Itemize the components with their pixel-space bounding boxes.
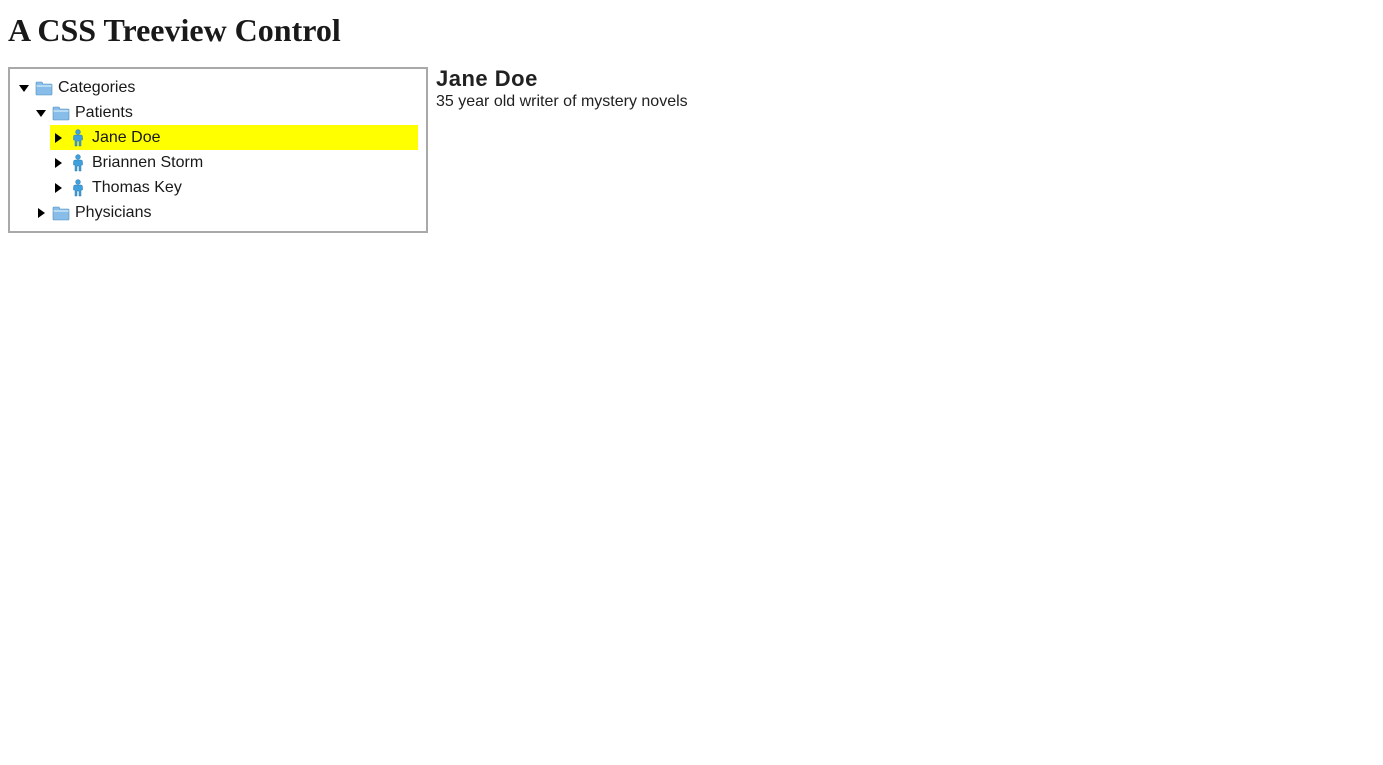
toggle-collapsed-icon[interactable] bbox=[52, 182, 64, 194]
folder-icon bbox=[51, 103, 71, 123]
tree-label-categories: Categories bbox=[58, 75, 135, 100]
person-icon bbox=[68, 153, 88, 173]
tree-label-patients: Patients bbox=[75, 100, 133, 125]
folder-icon bbox=[34, 78, 54, 98]
tree-node-patient-briannen-storm[interactable]: Briannen Storm bbox=[50, 150, 418, 175]
tree-node-physicians[interactable]: Physicians bbox=[33, 200, 418, 225]
main-row: Categories bbox=[8, 67, 1375, 233]
toggle-collapsed-icon[interactable] bbox=[35, 207, 47, 219]
person-icon bbox=[68, 128, 88, 148]
tree-row-physicians[interactable]: Physicians bbox=[33, 200, 418, 225]
tree-label-patient-0: Jane Doe bbox=[92, 125, 161, 150]
tree-label-patient-1: Briannen Storm bbox=[92, 150, 203, 175]
toggle-collapsed-icon[interactable] bbox=[52, 132, 64, 144]
tree-label-physicians: Physicians bbox=[75, 200, 151, 225]
tree-node-patient-jane-doe[interactable]: Jane Doe bbox=[50, 125, 418, 150]
tree-row-patient-briannen-storm[interactable]: Briannen Storm bbox=[50, 150, 418, 175]
tree-node-patient-thomas-key[interactable]: Thomas Key bbox=[50, 175, 418, 200]
toggle-expanded-icon[interactable] bbox=[18, 82, 30, 94]
details-panel: Jane Doe 35 year old writer of mystery n… bbox=[436, 67, 688, 111]
tree-row-patients[interactable]: Patients bbox=[33, 100, 418, 125]
tree-node-patients[interactable]: Patients bbox=[33, 100, 418, 200]
details-title: Jane Doe bbox=[436, 67, 688, 91]
tree-label-patient-2: Thomas Key bbox=[92, 175, 182, 200]
person-icon bbox=[68, 178, 88, 198]
tree-root-list: Categories bbox=[16, 75, 418, 225]
toggle-expanded-icon[interactable] bbox=[35, 107, 47, 119]
toggle-collapsed-icon[interactable] bbox=[52, 157, 64, 169]
tree-row-patient-thomas-key[interactable]: Thomas Key bbox=[50, 175, 418, 200]
treeview: Categories bbox=[8, 67, 428, 233]
folder-icon bbox=[51, 203, 71, 223]
tree-row-categories[interactable]: Categories bbox=[16, 75, 418, 100]
page-title: A CSS Treeview Control bbox=[8, 12, 1375, 49]
tree-node-categories[interactable]: Categories bbox=[16, 75, 418, 225]
tree-row-patient-jane-doe[interactable]: Jane Doe bbox=[50, 125, 418, 150]
details-description: 35 year old writer of mystery novels bbox=[436, 93, 688, 111]
